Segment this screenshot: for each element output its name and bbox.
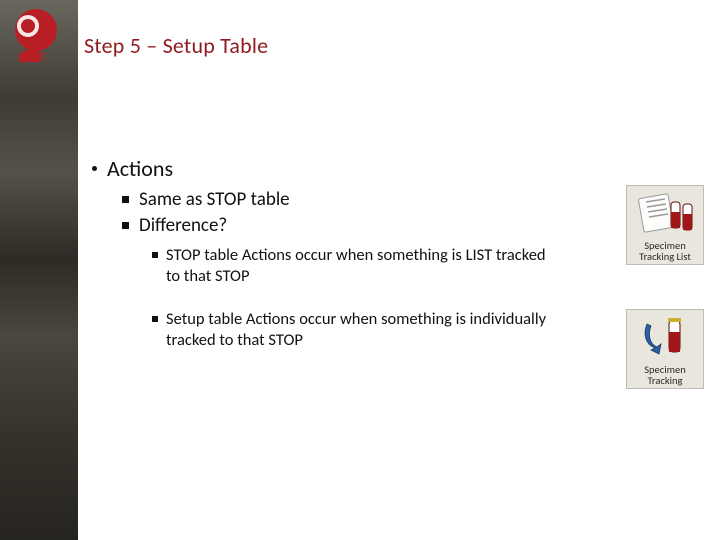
bullet-lvl1-actions: Actions bbox=[92, 155, 562, 182]
bullet-lvl2-item: Same as STOP table bbox=[122, 188, 562, 212]
icon-caption-line: Tracking bbox=[644, 375, 686, 386]
lvl3-text: Setup table Actions occur when something… bbox=[166, 309, 562, 351]
lvl2-text: Same as STOP table bbox=[139, 188, 290, 212]
left-sidebar: JUST bbox=[0, 0, 78, 540]
bullet-lvl3-item: Setup table Actions occur when something… bbox=[152, 309, 562, 351]
specimen-tracking-list-icon: Specimen Tracking List bbox=[626, 185, 704, 265]
icon-caption-line: Tracking List bbox=[639, 251, 691, 262]
square-bullet-icon bbox=[152, 252, 158, 258]
lvl1-text: Actions bbox=[107, 155, 173, 182]
logo-text: JUST bbox=[20, 52, 46, 63]
slide-title: Step 5 – Setup Table bbox=[84, 32, 720, 59]
square-bullet-icon bbox=[152, 316, 158, 322]
slide-body: Step 5 – Setup Table Actions Same as STO… bbox=[78, 0, 720, 540]
brand-logo: JUST bbox=[8, 6, 70, 68]
bullet-dot-icon bbox=[92, 166, 97, 171]
specimen-tracking-icon: Specimen Tracking bbox=[626, 309, 704, 389]
square-bullet-icon bbox=[122, 222, 129, 229]
tracking-list-graphic bbox=[637, 190, 693, 238]
content-block: Actions Same as STOP table Difference? S… bbox=[92, 155, 562, 351]
lvl3-text: STOP table Actions occur when something … bbox=[166, 245, 562, 287]
square-bullet-icon bbox=[122, 196, 129, 203]
lvl2-text: Difference? bbox=[139, 214, 227, 238]
bullet-lvl2-item: Difference? bbox=[122, 214, 562, 238]
tracking-graphic bbox=[637, 314, 693, 362]
lvl3-group: STOP table Actions occur when something … bbox=[152, 245, 562, 351]
lvl2-group: Same as STOP table Difference? STOP tabl… bbox=[122, 188, 562, 351]
icons-column: Specimen Tracking List Specimen Tracking bbox=[626, 185, 704, 389]
bullet-lvl3-item: STOP table Actions occur when something … bbox=[152, 245, 562, 287]
